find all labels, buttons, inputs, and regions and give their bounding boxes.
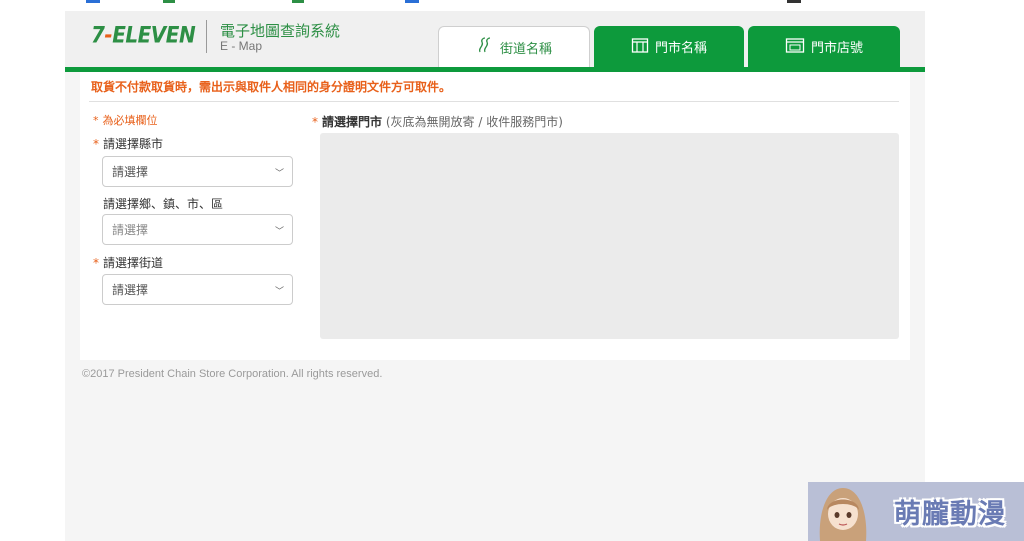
pickup-notice: 取貨不付款取貨時，需出示與取件人相同的身分證明文件方可取件。 [91,80,452,94]
road-label-text: 請選擇街道 [103,256,164,270]
tab-street-name[interactable]: 街道名稱 [438,26,590,67]
tab-store-number[interactable]: 門市店號 [748,26,900,67]
anime-girl-icon [819,488,867,541]
road-select[interactable]: 請選擇 ﹀ [102,274,293,305]
tab-store-name-label: 門市名稱 [654,41,707,56]
required-mark: * [93,114,99,127]
logo-eleven: ELEVEN [112,21,196,49]
system-subtitle: E - Map [220,39,263,53]
road-icon [476,37,494,57]
town-select[interactable]: 請選擇 ﹀ [102,214,293,245]
road-select-value: 請選擇 [112,283,149,297]
required-note: * 為必填欄位 [93,112,158,128]
header: 7-ELEVEN 電子地圖查詢系統 E - Map 街道名稱 門市名稱 門市店號 [65,11,925,67]
county-select-value: 請選擇 [112,165,149,179]
county-label: * 請選擇縣市 [93,135,163,152]
system-title: 電子地圖查詢系統 [220,22,341,40]
top-color-strip [0,0,1024,4]
chevron-down-icon: ﹀ [274,227,284,237]
tab-store-number-label: 門市店號 [810,41,863,56]
seven-eleven-logo: 7-ELEVEN [91,21,196,49]
copyright: ©2017 President Chain Store Corporation.… [82,368,383,380]
logo-seven: 7 [91,21,105,49]
required-note-text: 為必填欄位 [102,114,158,127]
required-mark: * [93,256,99,270]
watermark-text: 萌朧動漫 [894,499,1006,530]
required-mark: * [312,115,318,129]
chevron-down-icon: ﹀ [274,169,284,179]
tab-store-name[interactable]: 門市名稱 [594,26,744,67]
search-panel: 取貨不付款取貨時，需出示與取件人相同的身分證明文件方可取件。 * 為必填欄位 * 請… [80,72,910,360]
required-mark: * [93,137,99,151]
store-hint: (灰底為無開放寄 / 收件服務門市) [385,115,563,129]
emap-page: 7-ELEVEN 電子地圖查詢系統 E - Map 街道名稱 門市名稱 門市店號… [65,11,925,541]
road-label: * 請選擇街道 [93,254,163,271]
tab-street-label: 街道名稱 [499,41,552,57]
store-icon [631,37,649,57]
county-select[interactable]: 請選擇 ﹀ [102,156,293,187]
store-number-icon [785,37,805,57]
town-select-value: 請選擇 [112,223,149,237]
store-label-text: 請選擇門市 [322,115,383,129]
chevron-down-icon: ﹀ [274,287,284,297]
store-label: * 請選擇門市 (灰底為無開放寄 / 收件服務門市) [312,113,563,130]
divider [89,101,899,102]
town-label: 請選擇鄉、鎮、市、區 [103,197,224,211]
store-list-area[interactable] [320,133,899,339]
logo-separator [206,20,207,53]
county-label-text: 請選擇縣市 [103,137,164,151]
watermark-banner: 萌朧動漫 [808,482,1024,541]
